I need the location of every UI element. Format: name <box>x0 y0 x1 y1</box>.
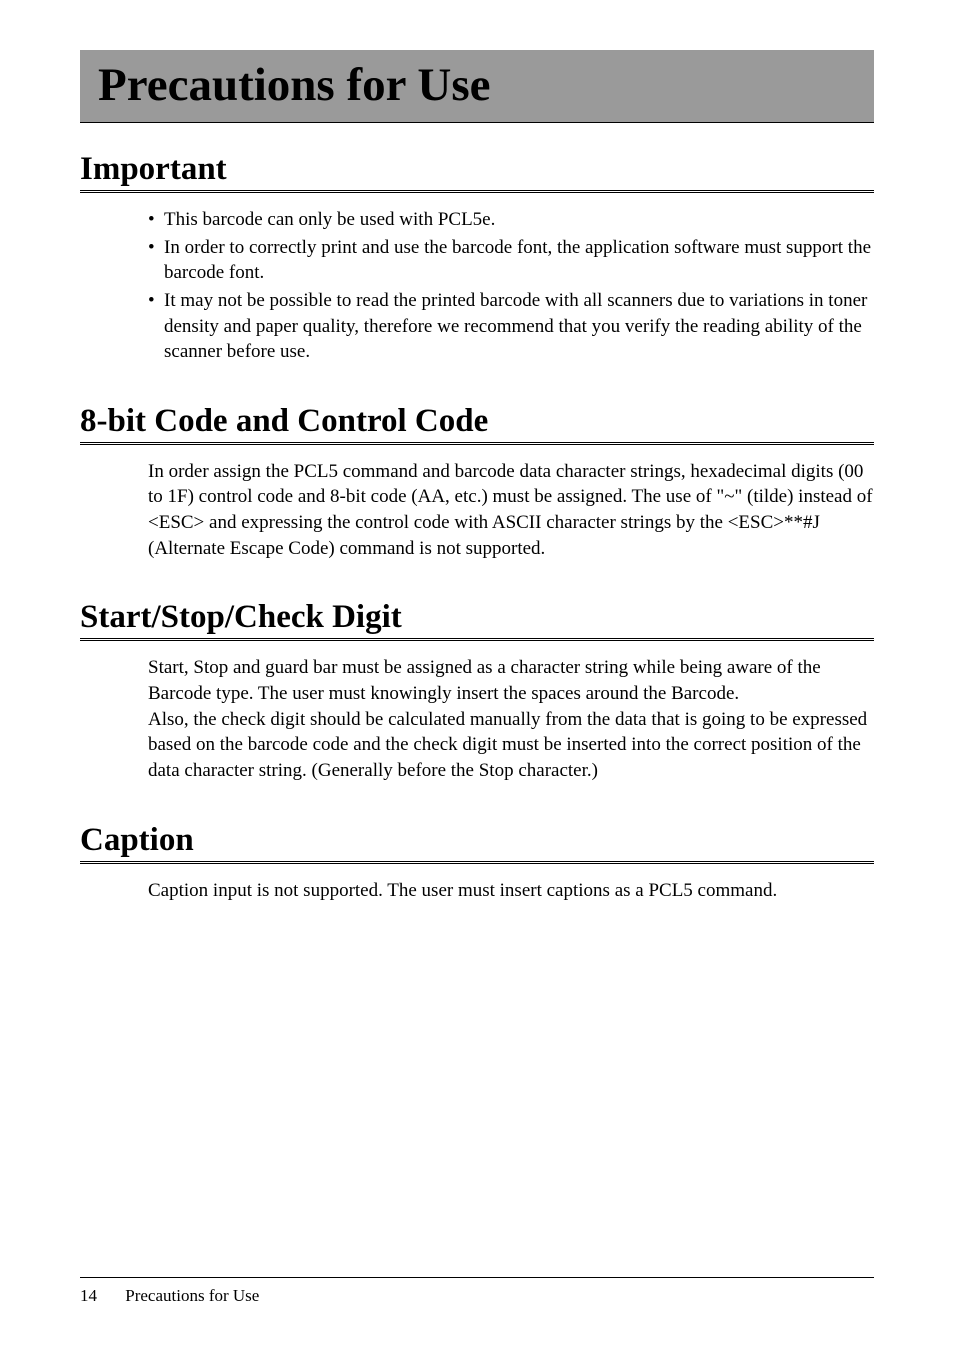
bullet-item: This barcode can only be used with PCL5e… <box>148 207 874 233</box>
heading-caption: Caption <box>80 822 874 864</box>
body-caption: Caption input is not supported. The user… <box>80 868 874 904</box>
page-container: Precautions for Use Important This barco… <box>0 0 954 1348</box>
body-8bit: In order assign the PCL5 command and bar… <box>80 449 874 562</box>
heading-startstop: Start/Stop/Check Digit <box>80 599 874 641</box>
title-banner: Precautions for Use <box>80 50 874 123</box>
heading-8bit: 8-bit Code and Control Code <box>80 403 874 445</box>
footer-page-number: 14 <box>80 1286 97 1306</box>
paragraph-text: In order assign the PCL5 command and bar… <box>148 461 873 559</box>
page-footer: 14 Precautions for Use <box>80 1277 874 1306</box>
bullet-list-important: This barcode can only be used with PCL5e… <box>148 207 874 365</box>
bullet-item: It may not be possible to read the print… <box>148 288 874 365</box>
page-title: Precautions for Use <box>98 58 856 112</box>
footer-section-name: Precautions for Use <box>125 1286 259 1305</box>
body-important: This barcode can only be used with PCL5e… <box>80 197 874 365</box>
paragraph-text: Caption input is not supported. The user… <box>148 880 777 901</box>
heading-important: Important <box>80 151 874 193</box>
bullet-item: In order to correctly print and use the … <box>148 235 874 286</box>
body-startstop: Start, Stop and guard bar must be assign… <box>80 645 874 783</box>
paragraph-text: Start, Stop and guard bar must be assign… <box>148 657 867 781</box>
